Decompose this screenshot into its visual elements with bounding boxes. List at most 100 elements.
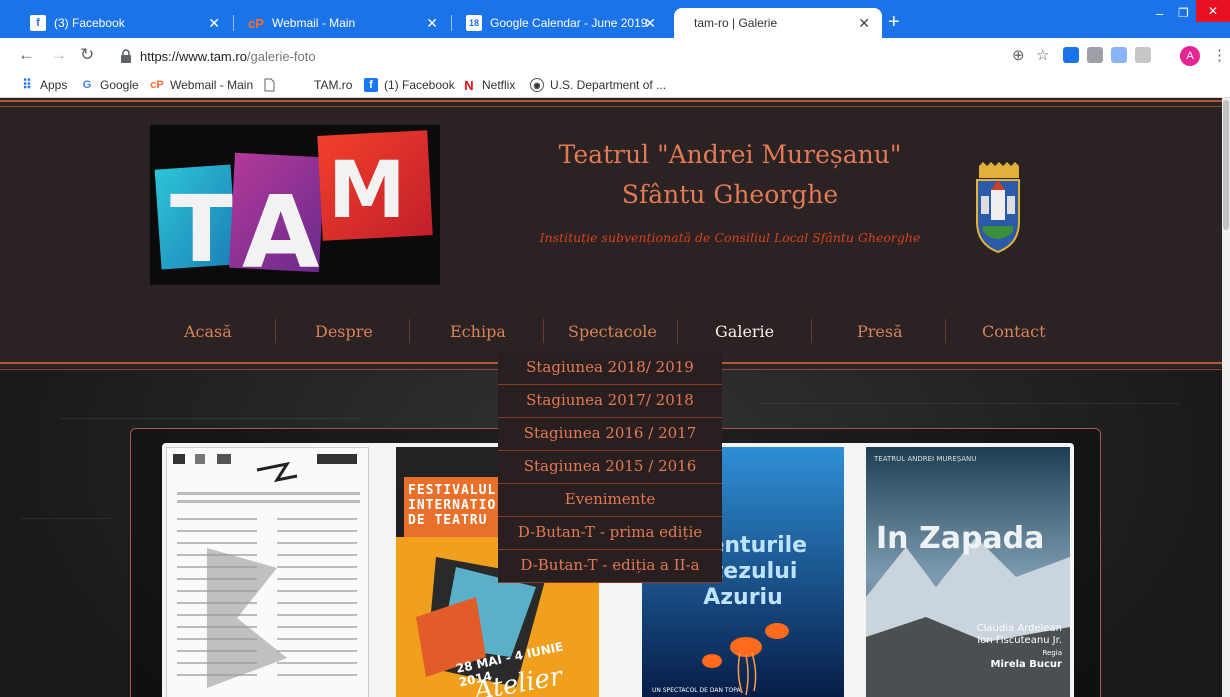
bookmark-label: TAM.ro [314,78,353,92]
menu-kebab-icon[interactable]: ⋮ [1212,46,1227,64]
lock-icon [121,49,131,63]
poster-document-image [173,454,360,688]
google-icon: G [82,79,92,91]
tab-title: Webmail - Main [272,16,356,30]
poster-title-line: FESTIVALUL [408,483,497,498]
bookmark-webmail[interactable]: cP Webmail - Main [150,78,253,92]
svg-text:T: T [170,176,233,283]
bookmark-us-department[interactable]: ◉ U.S. Department of ... [530,78,666,92]
header-rule [0,100,1230,102]
web-page: T A M Teatrul "Andrei Mureșanu" Sfântu G… [0,98,1230,697]
extension-search-icon[interactable] [1063,47,1079,63]
close-window-button[interactable]: ✕ [1196,0,1230,22]
dropdown-item-stagiunea-2016-2017[interactable]: Stagiunea 2016 / 2017 [498,418,722,451]
forward-arrow-icon[interactable]: → [50,46,67,64]
gallery-photo[interactable]: TEATRUL ANDREI MUREȘANU In Zapada Claudi… [866,447,1070,697]
site-title-line2: Sfântu Gheorghe [621,180,839,209]
gallery-photo[interactable] [166,447,369,697]
dropdown-item-stagiunea-2017-2018[interactable]: Stagiunea 2017/ 2018 [498,385,722,418]
close-tab-icon[interactable]: ✕ [644,15,656,32]
bookmark-label: Netflix [482,78,516,92]
poster-director-label: Regia [1042,649,1062,657]
extension-icon[interactable] [1087,47,1103,63]
poster-title-line: INTERNATIO [408,498,497,513]
nav-divider [945,319,946,343]
bookmark-label: Apps [40,78,68,92]
poster-title: FESTIVALUL INTERNATIO DE TEATRU [408,483,496,528]
dropdown-item-evenimente[interactable]: Evenimente [498,484,722,517]
seal-icon: ◉ [530,78,544,92]
tab-title: (3) Facebook [54,16,125,30]
calendar-icon: 18 [466,15,482,31]
new-tab-button[interactable]: + [888,12,900,32]
poster-title: In Zapada [876,521,1045,556]
address-bar[interactable]: https://www.tam.ro/galerie-foto [110,42,1040,70]
url-path: /galerie-foto [246,48,316,64]
bookmark-apps[interactable]: ⠿ Apps [20,77,68,92]
dropdown-item-stagiunea-2018-2019[interactable]: Stagiunea 2018/ 2019 [498,352,722,385]
site-subtitle: Instituție subvenționată de Consiliul Lo… [539,230,921,245]
nav-galerie[interactable]: Galerie [715,322,774,341]
tab-divider [233,15,234,31]
tab-tam-galerie[interactable]: tam-ro | Galerie ✕ [674,8,882,38]
minimize-icon[interactable]: – [1156,6,1163,21]
nav-contact[interactable]: Contact [982,322,1046,341]
extension-icon[interactable] [1111,47,1127,63]
site-title-line1: Teatrul "Andrei Mureșanu" [558,140,902,169]
facebook-icon: f [30,15,46,31]
browser-toolbar: ← → ↻ https://www.tam.ro/galerie-foto ⊕ … [0,38,1230,74]
page-icon [264,78,275,92]
tab-divider [451,15,452,31]
nav-divider [677,319,678,343]
tab-facebook[interactable]: f (3) Facebook ✕ [18,8,232,38]
nav-presa[interactable]: Presă [857,322,903,341]
nav-divider [409,319,410,343]
close-tab-icon[interactable]: ✕ [208,15,220,32]
tam-logo[interactable]: T A M [150,125,440,285]
scrollbar-track[interactable] [1222,98,1230,697]
profile-avatar[interactable]: A [1180,46,1200,66]
svg-text:M: M [328,146,406,236]
svg-text:A: A [242,174,319,285]
nav-despre[interactable]: Despre [315,322,373,341]
back-arrow-icon[interactable]: ← [18,46,35,64]
nav-divider [543,319,544,343]
reload-icon[interactable]: ↻ [80,46,94,64]
tab-strip: f (3) Facebook ✕ cP Webmail - Main ✕ 18 … [0,0,1230,38]
site-header: T A M Teatrul "Andrei Mureșanu" Sfântu G… [0,98,1230,368]
tab-google-calendar[interactable]: 18 Google Calendar - June 2019 ✕ [454,8,668,38]
bookmark-facebook[interactable]: f (1) Facebook [364,78,455,92]
scrollbar-thumb[interactable] [1223,100,1229,230]
bookmark-page[interactable] [264,78,275,92]
bookmark-label: (1) Facebook [384,78,455,92]
nav-spectacole[interactable]: Spectacole [568,322,657,341]
nav-echipa[interactable]: Echipa [450,322,506,341]
cpanel-icon: cP [248,15,264,31]
bookmark-tam[interactable]: TAM.ro [314,78,352,92]
star-icon[interactable]: ☆ [1036,46,1049,64]
poster-header: TEATRUL ANDREI MUREȘANU [874,455,977,463]
zoom-icon[interactable]: ⊕ [1012,46,1025,64]
close-tab-icon[interactable]: ✕ [426,15,438,32]
apps-grid-icon: ⠿ [22,77,32,92]
background-texture [60,418,360,419]
bookmark-label: Webmail - Main [170,78,254,92]
dropdown-item-stagiunea-2015-2016[interactable]: Stagiunea 2015 / 2016 [498,451,722,484]
facebook-icon: f [364,78,378,92]
bookmark-netflix[interactable]: N Netflix [462,78,516,93]
extension-icon[interactable] [1135,47,1151,63]
nav-acasa[interactable]: Acasă [184,322,232,341]
poster-footer: UN SPECTACOL DE DAN TOPA [652,687,741,694]
poster-author: Claudia Ardelean [976,623,1062,634]
nav-divider [811,319,812,343]
bookmarks-bar: ⠿ Apps G Google cP Webmail - Main TAM.ro… [0,74,1230,98]
bookmark-label: U.S. Department of ... [550,78,667,92]
dropdown-item-d-butan-t-1[interactable]: D-Butan-T - prima ediție [498,517,722,550]
restore-icon[interactable]: ❐ [1178,6,1189,20]
close-tab-icon[interactable]: ✕ [858,15,870,32]
header-rule [0,106,1230,107]
poster-author: Ion Fiscuteanu Jr. [977,635,1062,646]
tab-webmail[interactable]: cP Webmail - Main ✕ [236,8,450,38]
dropdown-item-d-butan-t-2[interactable]: D-Butan-T - ediția a II-a [498,550,722,583]
bookmark-google[interactable]: G Google [80,78,139,92]
